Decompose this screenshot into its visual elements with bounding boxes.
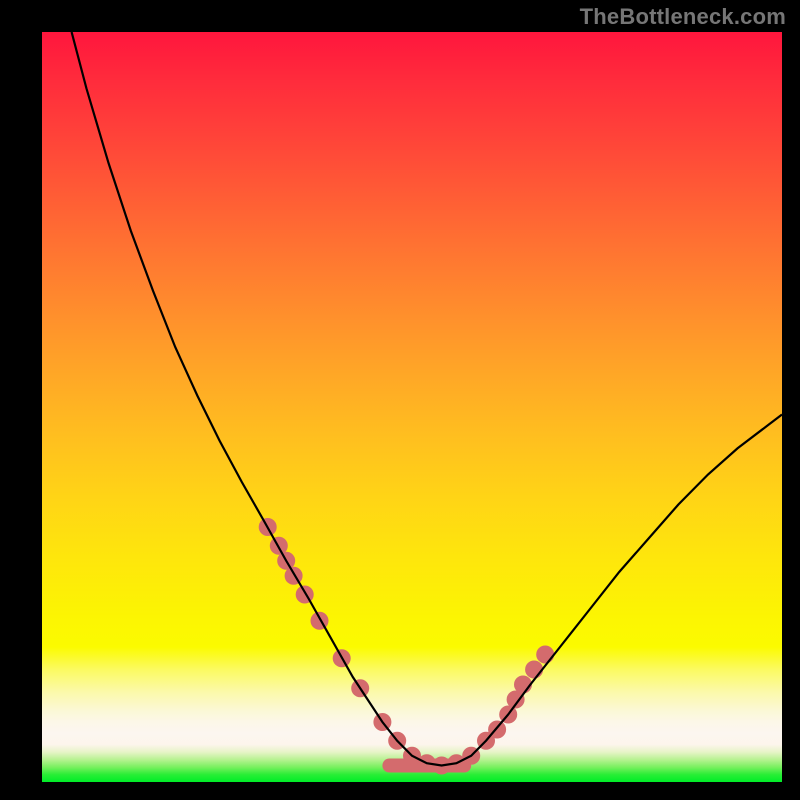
bottleneck-curve — [72, 32, 782, 766]
marker-group — [259, 518, 555, 775]
highlight-dot — [536, 646, 554, 664]
chart-frame: TheBottleneck.com — [0, 0, 800, 800]
highlight-dot — [525, 661, 543, 679]
attribution-label: TheBottleneck.com — [580, 4, 786, 30]
chart-svg — [42, 32, 782, 782]
plot-area — [42, 32, 782, 782]
